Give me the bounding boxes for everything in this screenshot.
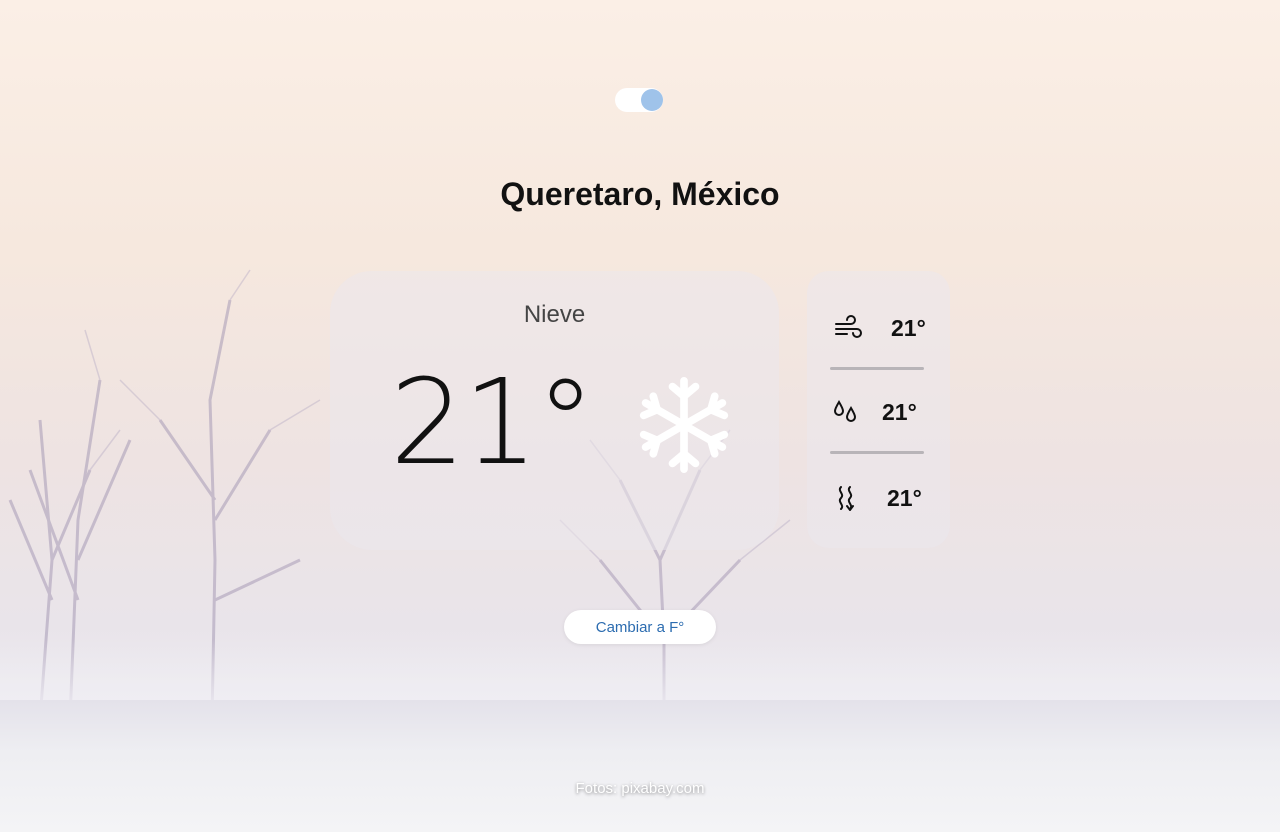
- toggle-unit-button[interactable]: Cambiar a F°: [564, 610, 716, 644]
- snowflake-icon: [639, 377, 729, 473]
- toggle-knob[interactable]: [641, 89, 663, 111]
- weather-stats-card: 21° 21° 21°: [807, 271, 950, 548]
- divider: [830, 367, 924, 370]
- wind-value: 21°: [891, 315, 926, 341]
- current-temperature: 21°: [390, 353, 595, 491]
- stat-heat: 21°: [807, 477, 950, 517]
- heat-icon: [838, 486, 854, 511]
- photo-credit: Fotos: pixabay.com: [575, 780, 705, 797]
- humidity-value: 21°: [882, 399, 917, 425]
- current-weather-card: Nieve 21°: [330, 271, 779, 550]
- city-title: Queretaro, México: [500, 176, 780, 212]
- stat-wind: 21°: [807, 307, 950, 347]
- wind-icon: [835, 315, 862, 338]
- heat-value: 21°: [887, 485, 922, 511]
- weather-condition: Nieve: [523, 301, 586, 328]
- fog-layer: [0, 640, 1280, 750]
- humidity-icon: [833, 400, 857, 422]
- theme-toggle[interactable]: [615, 88, 663, 112]
- stat-humidity: 21°: [807, 391, 950, 431]
- snow-ground: [0, 700, 1280, 832]
- divider: [830, 451, 924, 454]
